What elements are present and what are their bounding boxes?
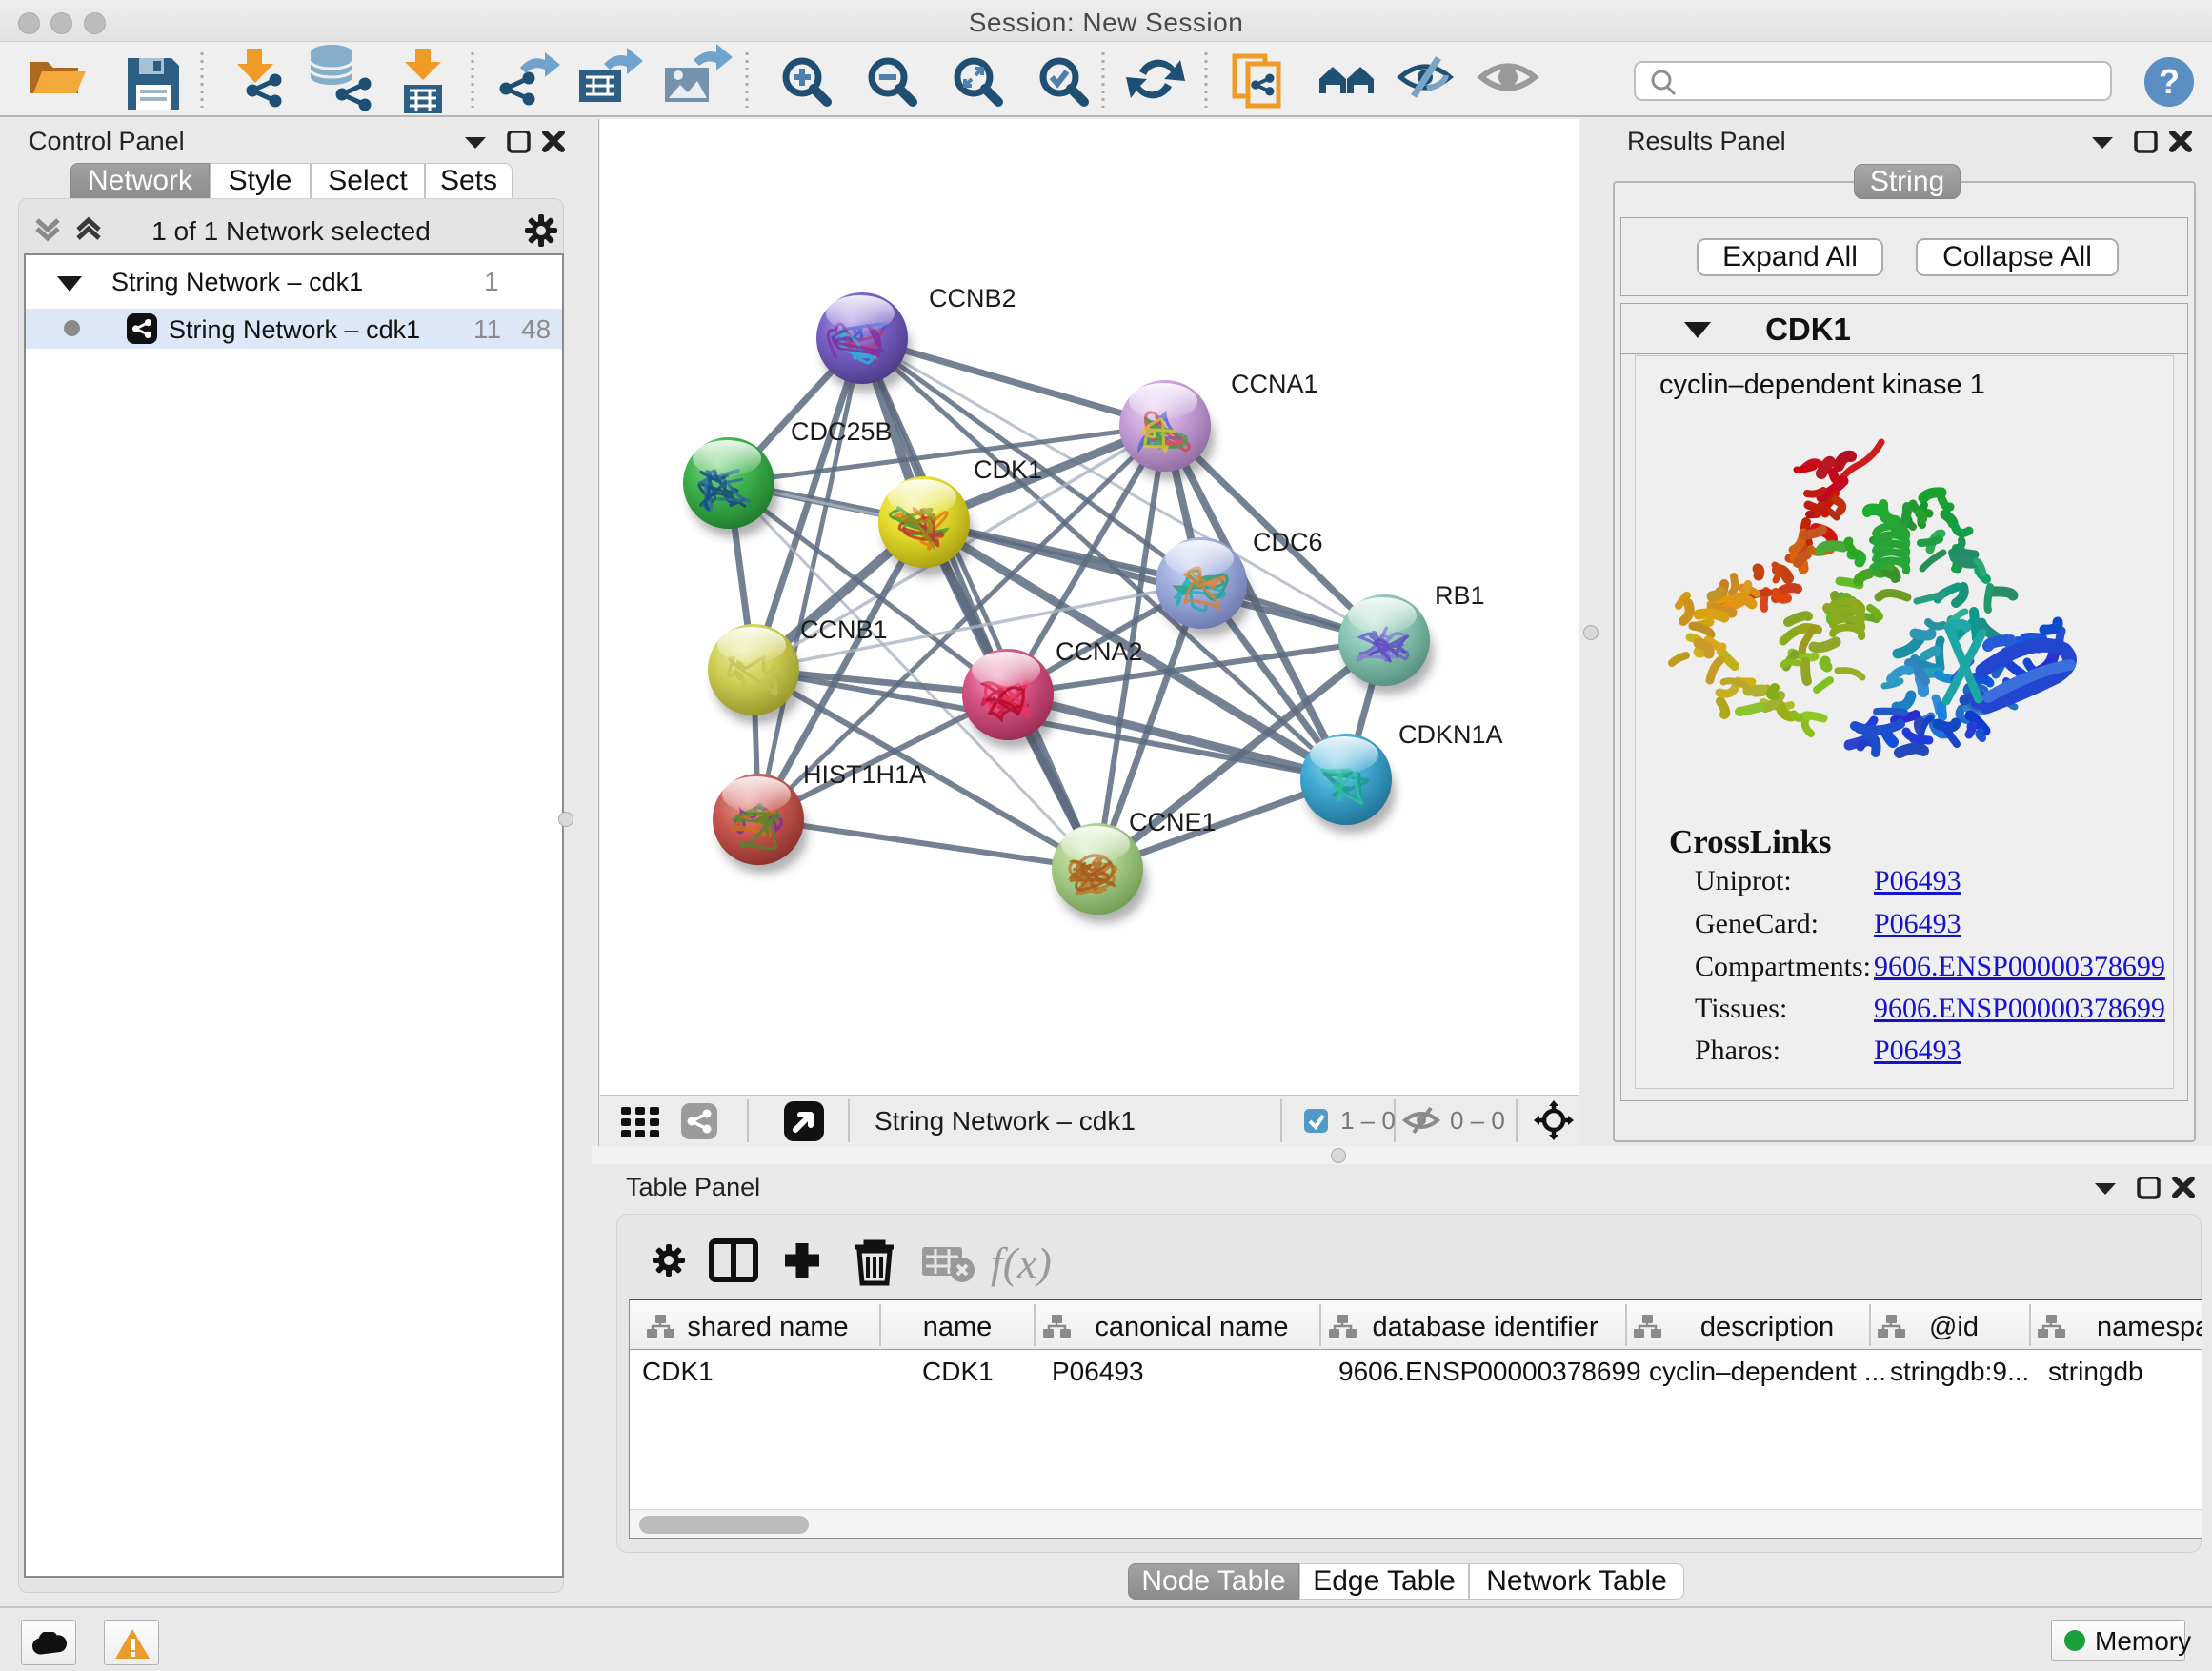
svg-text:CCNB1: CCNB1 xyxy=(800,615,888,644)
svg-text:CDC6: CDC6 xyxy=(1253,528,1323,556)
svg-text:description: description xyxy=(1700,1312,1834,1342)
svg-text:0 – 0: 0 – 0 xyxy=(1450,1106,1505,1135)
svg-text:CCNA2: CCNA2 xyxy=(1056,637,1143,666)
svg-text:RB1: RB1 xyxy=(1435,581,1485,610)
svg-text:CDK1: CDK1 xyxy=(974,455,1042,484)
svg-text:name: name xyxy=(923,1312,993,1342)
svg-text:HIST1H1A: HIST1H1A xyxy=(803,760,926,789)
svg-text:canonical name: canonical name xyxy=(1095,1312,1288,1342)
svg-text:CCNB2: CCNB2 xyxy=(929,284,1016,312)
svg-text:namespac: namespac xyxy=(2097,1312,2202,1342)
svg-text:String Network – cdk1: String Network – cdk1 xyxy=(875,1106,1136,1136)
svg-text:CCNE1: CCNE1 xyxy=(1129,808,1217,836)
svg-text:database identifier: database identifier xyxy=(1373,1312,1599,1342)
svg-text:CCNA1: CCNA1 xyxy=(1231,370,1318,398)
svg-text:1 – 0: 1 – 0 xyxy=(1340,1106,1396,1135)
svg-text:shared name: shared name xyxy=(687,1312,848,1342)
svg-text:f(x): f(x) xyxy=(991,1238,1052,1287)
svg-text:CDC25B: CDC25B xyxy=(791,417,893,446)
svg-text:CDKN1A: CDKN1A xyxy=(1398,720,1503,749)
svg-text:@id: @id xyxy=(1929,1312,1979,1342)
svg-text:?: ? xyxy=(2159,62,2180,101)
